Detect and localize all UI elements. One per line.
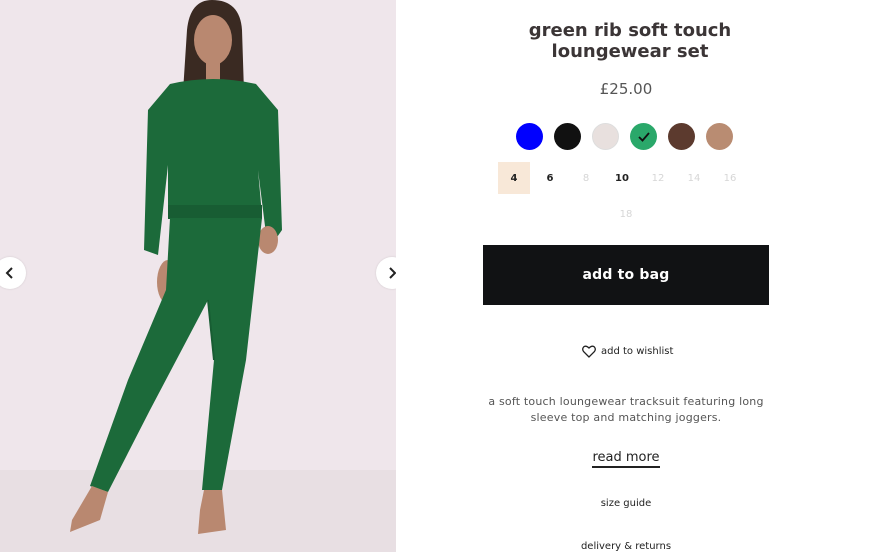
delivery-returns-link[interactable]: delivery & returns bbox=[556, 541, 696, 552]
size-option-10[interactable]: 10 bbox=[606, 162, 638, 194]
checkmark-icon bbox=[637, 131, 650, 142]
size-option-6[interactable]: 6 bbox=[534, 162, 566, 194]
product-image-gallery[interactable] bbox=[0, 0, 396, 552]
product-info-panel: green rib soft touch loungewear set £25.… bbox=[396, 0, 884, 552]
color-swatch-cream[interactable] bbox=[592, 123, 619, 150]
color-swatch-blue[interactable] bbox=[516, 123, 543, 150]
heart-icon bbox=[582, 345, 596, 358]
product-price: £25.00 bbox=[599, 80, 653, 98]
product-description: a soft touch loungewear tracksuit featur… bbox=[488, 395, 764, 424]
product-title: green rib soft touch loungewear set bbox=[528, 20, 732, 62]
add-to-bag-button[interactable]: add to bag bbox=[483, 245, 769, 305]
color-swatch-list bbox=[516, 123, 733, 150]
chevron-right-icon bbox=[389, 267, 396, 279]
color-swatch-camel[interactable] bbox=[706, 123, 733, 150]
add-to-wishlist-link[interactable]: add to wishlist bbox=[582, 345, 673, 358]
size-option-12[interactable]: 12 bbox=[642, 162, 674, 194]
size-guide-link[interactable]: size guide bbox=[576, 498, 676, 509]
color-swatch-black[interactable] bbox=[554, 123, 581, 150]
size-option-18[interactable]: 18 bbox=[610, 198, 642, 230]
wishlist-label: add to wishlist bbox=[601, 346, 674, 357]
size-option-4[interactable]: 4 bbox=[498, 162, 530, 194]
read-more-link[interactable]: read more bbox=[576, 450, 676, 468]
size-option-14[interactable]: 14 bbox=[678, 162, 710, 194]
size-selector: 4 6 8 10 12 14 16 18 bbox=[498, 162, 758, 230]
color-swatch-green[interactable] bbox=[630, 123, 657, 150]
size-option-8[interactable]: 8 bbox=[570, 162, 602, 194]
color-swatch-chocolate[interactable] bbox=[668, 123, 695, 150]
chevron-left-icon bbox=[5, 267, 13, 279]
product-photo bbox=[0, 0, 396, 552]
read-more-label: read more bbox=[592, 450, 660, 468]
size-option-16[interactable]: 16 bbox=[714, 162, 746, 194]
